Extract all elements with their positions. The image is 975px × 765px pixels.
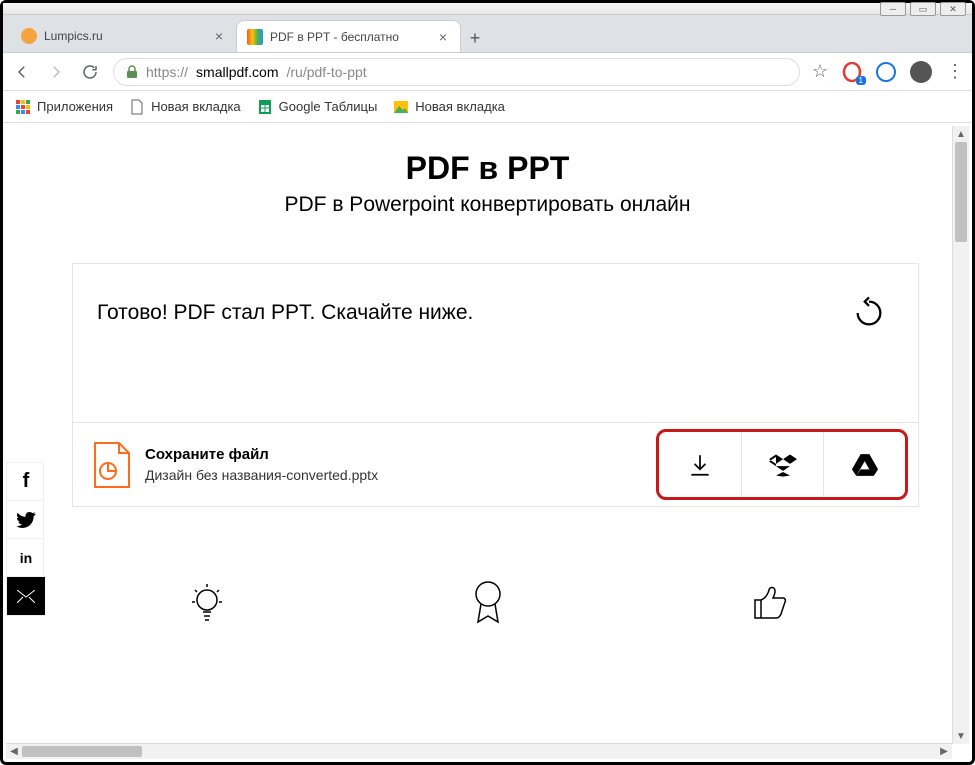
award-icon xyxy=(463,577,513,627)
download-button[interactable] xyxy=(659,432,741,497)
bookmark-apps[interactable]: Приложения xyxy=(15,99,113,115)
close-tab-icon[interactable]: × xyxy=(212,29,226,43)
bookmark-label: Новая вкладка xyxy=(151,99,241,114)
scroll-left-arrow[interactable]: ◀ xyxy=(6,744,22,759)
tab-bar: Lumpics.ru × PDF в PPT - бесплатно × + xyxy=(3,15,972,53)
gdrive-icon xyxy=(851,453,879,477)
facebook-icon: f xyxy=(23,470,30,493)
browser-menu-button[interactable]: ⋮ xyxy=(946,61,964,82)
close-window-button[interactable]: ✕ xyxy=(940,2,966,16)
gdrive-button[interactable] xyxy=(823,432,905,497)
minimize-button[interactable]: ─ xyxy=(880,2,906,16)
apps-icon xyxy=(15,99,31,115)
social-share-strip: f in xyxy=(6,462,44,616)
download-actions-highlight xyxy=(656,429,908,500)
url-protocol: https:// xyxy=(146,64,188,80)
download-icon xyxy=(687,452,713,478)
scroll-thumb[interactable] xyxy=(22,746,142,757)
pptx-file-icon xyxy=(93,441,131,489)
facebook-share-button[interactable]: f xyxy=(7,463,45,501)
status-message: Готово! PDF стал PPT. Скачайте ниже. xyxy=(97,301,473,325)
page-subtitle: PDF в Powerpoint конвертировать онлайн xyxy=(6,193,969,217)
horizontal-scrollbar[interactable]: ◀ ▶ xyxy=(6,743,952,759)
vertical-scrollbar[interactable]: ▲ ▼ xyxy=(952,126,969,744)
maximize-button[interactable]: ▭ xyxy=(910,2,936,16)
twitter-icon xyxy=(16,512,36,528)
page-content: PDF в PPT PDF в Powerpoint конвертироват… xyxy=(6,126,969,744)
forward-button[interactable] xyxy=(45,61,67,83)
tab-title: Lumpics.ru xyxy=(44,29,103,43)
linkedin-share-button[interactable]: in xyxy=(7,539,45,577)
conversion-card: Готово! PDF стал PPT. Скачайте ниже. xyxy=(72,263,919,507)
back-button[interactable] xyxy=(11,61,33,83)
twitter-share-button[interactable] xyxy=(7,501,45,539)
retry-button[interactable] xyxy=(850,294,888,332)
bookmark-label: Приложения xyxy=(37,99,113,114)
scroll-right-arrow[interactable]: ▶ xyxy=(936,744,952,759)
bookmark-label: Новая вкладка xyxy=(415,99,505,114)
url-path: /ru/pdf-to-ppt xyxy=(287,64,367,80)
browser-window: ─ ▭ ✕ Lumpics.ru × PDF в PPT - бесплатно… xyxy=(0,0,975,765)
email-icon xyxy=(17,590,35,603)
bookmark-newtab2[interactable]: Новая вкладка xyxy=(393,99,505,115)
bookmark-star-icon[interactable]: ☆ xyxy=(812,61,828,82)
image-icon xyxy=(393,99,409,115)
url-input[interactable]: https:// smallpdf.com/ru/pdf-to-ppt xyxy=(113,58,800,86)
dropbox-button[interactable] xyxy=(741,432,823,497)
page-icon xyxy=(129,99,145,115)
favicon-icon xyxy=(21,28,37,44)
tab-lumpics[interactable]: Lumpics.ru × xyxy=(11,20,236,52)
file-row: Сохраните файл Дизайн без названия-conve… xyxy=(73,422,918,506)
tab-title: PDF в PPT - бесплатно xyxy=(270,30,399,44)
email-share-button[interactable] xyxy=(7,577,45,615)
page-title: PDF в PPT xyxy=(6,150,969,187)
close-tab-icon[interactable]: × xyxy=(436,30,450,44)
favicon-icon xyxy=(247,29,263,45)
bookmark-label: Google Таблицы xyxy=(279,99,378,114)
linkedin-icon: in xyxy=(20,550,32,566)
url-host: smallpdf.com xyxy=(196,64,278,80)
reload-button[interactable] xyxy=(79,61,101,83)
lightbulb-icon xyxy=(182,577,232,627)
save-file-label: Сохраните файл xyxy=(145,446,378,463)
feature-icons-row xyxy=(6,577,969,627)
dropbox-icon xyxy=(769,452,797,478)
new-tab-button[interactable]: + xyxy=(461,24,489,52)
sheets-icon xyxy=(257,99,273,115)
bookmarks-bar: Приложения Новая вкладка Google Таблицы … xyxy=(3,91,972,123)
scroll-down-arrow[interactable]: ▼ xyxy=(953,728,969,744)
bookmark-newtab1[interactable]: Новая вкладка xyxy=(129,99,241,115)
scroll-thumb[interactable] xyxy=(955,142,967,242)
window-titlebar: ─ ▭ ✕ xyxy=(3,3,972,15)
tab-smallpdf[interactable]: PDF в PPT - бесплатно × xyxy=(236,20,461,52)
scroll-up-arrow[interactable]: ▲ xyxy=(953,126,969,142)
extension-opera-icon[interactable]: 1 xyxy=(842,62,862,82)
address-bar: https:// smallpdf.com/ru/pdf-to-ppt ☆ 1 ⋮ xyxy=(3,53,972,91)
lock-icon xyxy=(126,65,138,79)
bookmark-sheets[interactable]: Google Таблицы xyxy=(257,99,378,115)
thumbs-up-icon xyxy=(744,577,794,627)
profile-avatar[interactable] xyxy=(910,61,932,83)
globe-icon[interactable] xyxy=(876,62,896,82)
file-name: Дизайн без названия-converted.pptx xyxy=(145,467,378,483)
